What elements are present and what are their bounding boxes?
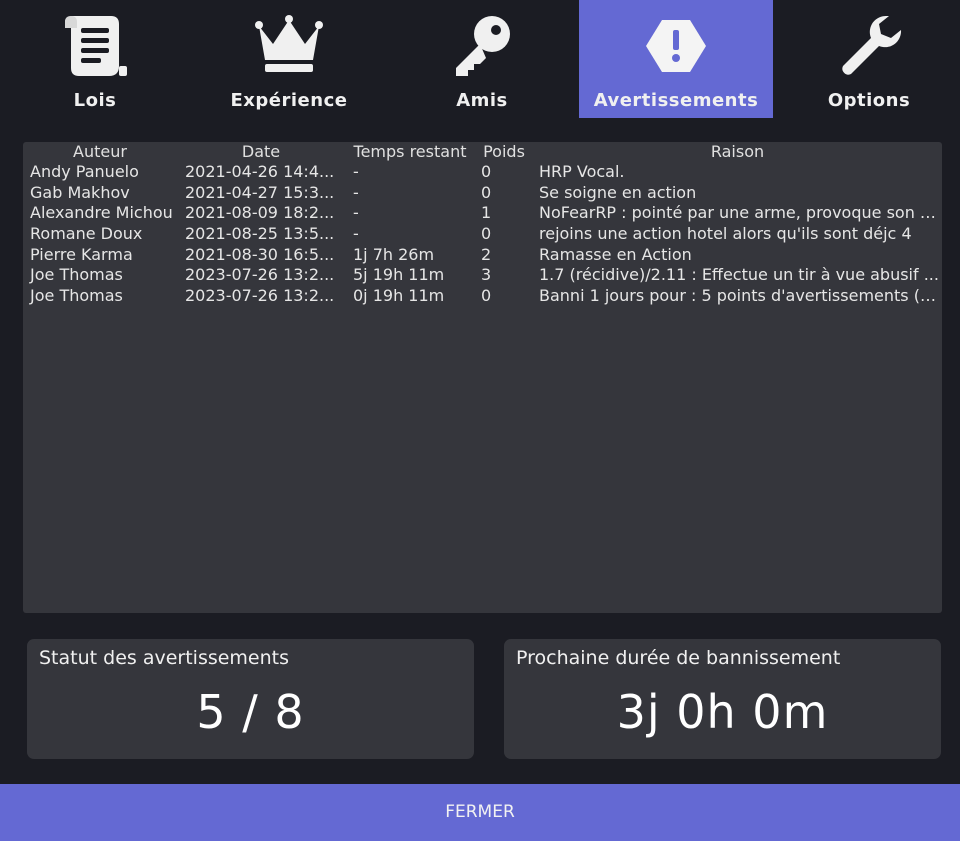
cell-weight: 1	[481, 203, 492, 223]
warning-status-value: 5 / 8	[196, 685, 305, 739]
warning-status-card: Statut des avertissements 5 / 8	[27, 639, 474, 759]
cell-date: 2021-08-30 16:5...	[185, 244, 335, 264]
key-icon	[446, 10, 518, 82]
cell-date: 2021-08-25 13:5...	[185, 224, 335, 244]
tab-label: Options	[827, 90, 911, 111]
table-row[interactable]: Gab Makhov 2021-04-27 15:3... - 0 Se soi…	[23, 183, 942, 204]
tab-label: Amis	[456, 90, 508, 111]
cell-author: Alexandre Michou	[30, 203, 173, 223]
table-row[interactable]: Romane Doux 2021-08-25 13:5... - 0 rejoi…	[23, 224, 942, 245]
cell-author: Andy Panuelo	[30, 162, 139, 182]
cell-reason: Ramasse en Action	[539, 244, 692, 264]
next-ban-value: 3j 0h 0m	[616, 685, 829, 739]
tab-options[interactable]: Options	[772, 0, 960, 118]
cell-author: Joe Thomas	[30, 265, 123, 285]
cell-author: Romane Doux	[30, 224, 143, 244]
warning-status-title: Statut des avertissements	[39, 647, 290, 669]
cell-date: 2023-07-26 13:2...	[185, 285, 335, 305]
tab-label: Lois	[73, 90, 117, 111]
cell-author: Joe Thomas	[30, 285, 123, 305]
cell-time-left: -	[353, 182, 359, 202]
cell-reason: Se soigne en action	[539, 182, 697, 202]
cell-weight: 0	[481, 182, 492, 202]
tab-experience[interactable]: Expérience	[192, 0, 386, 118]
cell-time-left: -	[353, 224, 359, 244]
tab-label: Expérience	[230, 90, 348, 111]
cell-date: 2023-07-26 13:2...	[185, 265, 335, 285]
warnings-table-panel: Auteur Date Temps restant Poids Raison A…	[23, 142, 942, 613]
cell-author: Pierre Karma	[30, 244, 133, 264]
cell-time-left: -	[353, 162, 359, 182]
warnings-table: Auteur Date Temps restant Poids Raison A…	[23, 142, 942, 306]
table-row[interactable]: Joe Thomas 2023-07-26 13:2... 0j 19h 11m…	[23, 286, 942, 307]
table-header-row: Auteur Date Temps restant Poids Raison	[23, 142, 942, 162]
scroll-icon	[59, 10, 131, 82]
tab-amis[interactable]: Amis	[385, 0, 579, 118]
cell-weight: 0	[481, 224, 492, 244]
column-header-author[interactable]: Auteur	[23, 142, 177, 162]
table-row[interactable]: Alexandre Michou 2021-08-09 18:2... - 1 …	[23, 203, 942, 224]
cell-reason: 1.7 (récidive)/2.11 : Effectue un tir à …	[539, 265, 939, 285]
next-ban-title: Prochaine durée de bannissement	[516, 647, 841, 669]
cell-weight: 0	[481, 162, 492, 182]
column-header-time-left[interactable]: Temps restant	[345, 142, 475, 162]
column-header-date[interactable]: Date	[177, 142, 345, 162]
table-row[interactable]: Joe Thomas 2023-07-26 13:2... 5j 19h 11m…	[23, 265, 942, 286]
table-row[interactable]: Pierre Karma 2021-08-30 16:5... 1j 7h 26…	[23, 244, 942, 265]
cell-weight: 3	[481, 265, 492, 285]
tab-bar: Lois Expérience Amis Avertissements Opti…	[0, 0, 960, 118]
next-ban-card: Prochaine durée de bannissement 3j 0h 0m	[504, 639, 941, 759]
cell-time-left: 1j 7h 26m	[353, 244, 435, 264]
cell-date: 2021-04-26 14:4...	[185, 162, 335, 182]
warning-icon	[640, 10, 712, 82]
cell-time-left: 0j 19h 11m	[353, 285, 445, 305]
crown-icon	[253, 10, 325, 82]
cell-weight: 0	[481, 285, 492, 305]
table-row[interactable]: Andy Panuelo 2021-04-26 14:4... - 0 HRP …	[23, 162, 942, 183]
close-button[interactable]: FERMER	[0, 784, 960, 841]
column-header-weight[interactable]: Poids	[475, 142, 533, 162]
tab-label: Avertissements	[593, 90, 759, 111]
cell-weight: 2	[481, 244, 492, 264]
cell-reason: HRP Vocal.	[539, 162, 625, 182]
tab-avertissements[interactable]: Avertissements	[579, 0, 773, 118]
cell-time-left: 5j 19h 11m	[353, 265, 445, 285]
cell-reason: NoFearRP : pointé par une arme, provoque…	[539, 203, 942, 223]
cell-time-left: -	[353, 203, 359, 223]
wrench-icon	[833, 10, 905, 82]
cell-reason: rejoins une action hotel alors qu'ils so…	[539, 224, 912, 244]
cell-date: 2021-08-09 18:2...	[185, 203, 335, 223]
cell-author: Gab Makhov	[30, 182, 130, 202]
cell-reason: Banni 1 jours pour : 5 points d'avertiss…	[539, 285, 942, 305]
cell-date: 2021-04-27 15:3...	[185, 182, 335, 202]
warnings-window: Lois Expérience Amis Avertissements Opti…	[0, 0, 960, 841]
tab-lois[interactable]: Lois	[0, 0, 192, 118]
column-header-reason[interactable]: Raison	[533, 142, 942, 162]
